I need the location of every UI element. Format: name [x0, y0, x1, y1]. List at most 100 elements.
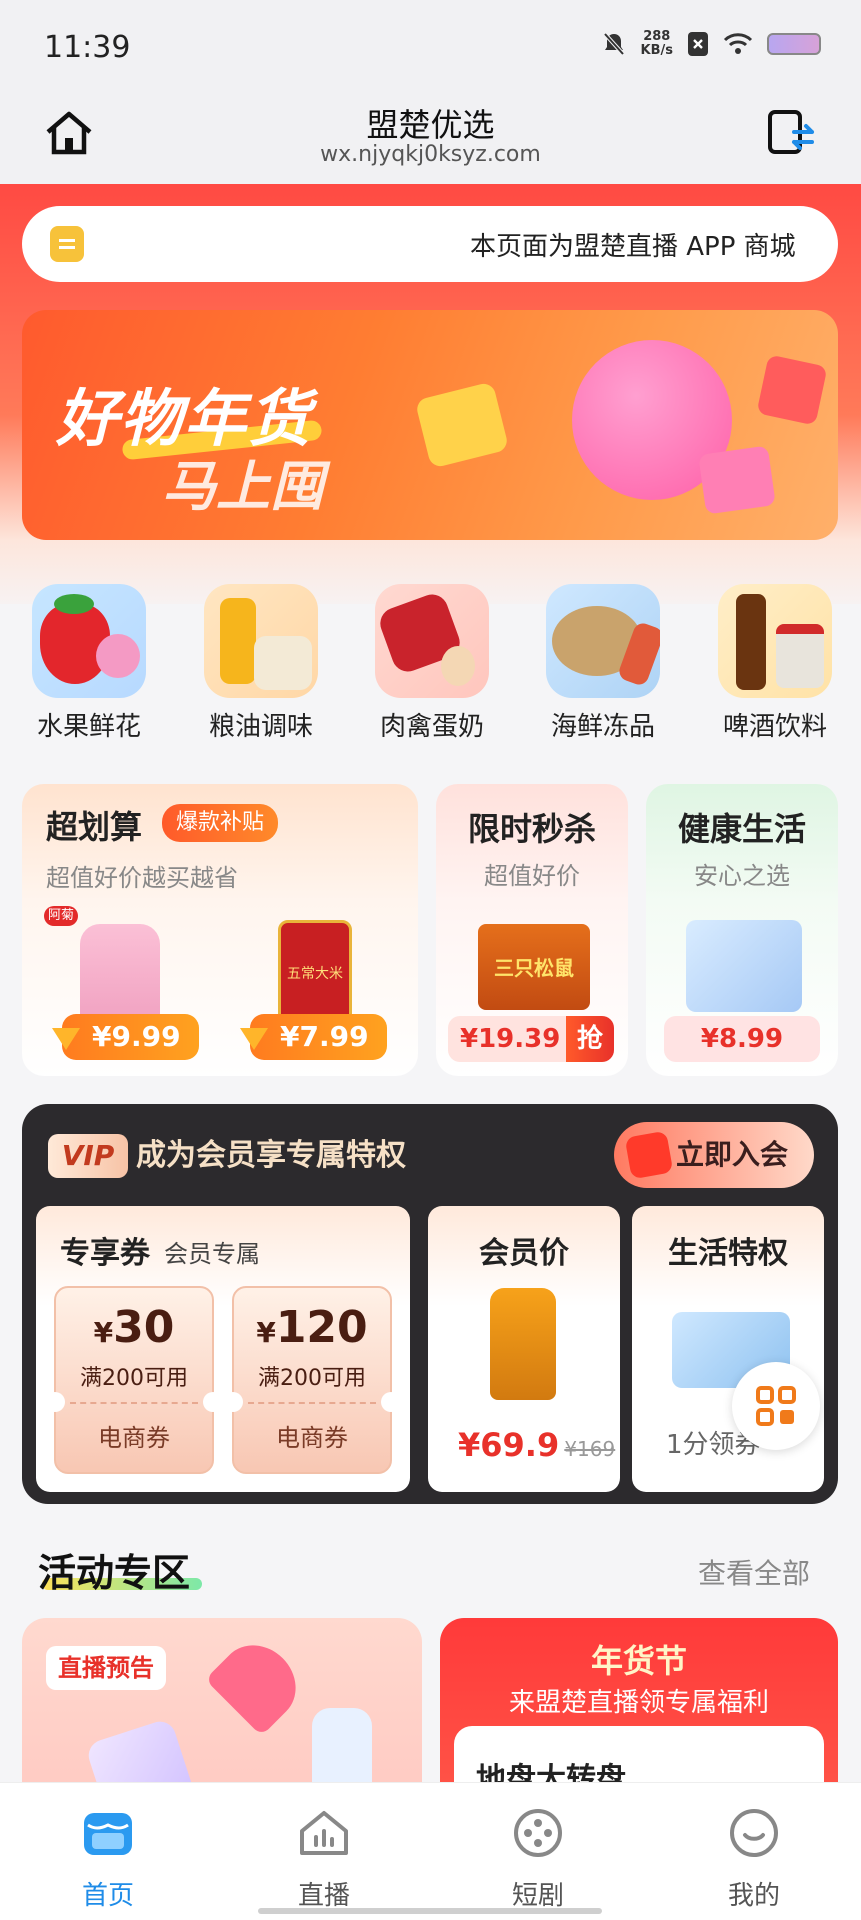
- tissue-product-image: [686, 920, 802, 1012]
- original-price: ¥169: [564, 1437, 616, 1461]
- mute-bell-icon: [603, 32, 625, 56]
- floating-menu-button[interactable]: [732, 1362, 820, 1450]
- brand-logo: 阿菊: [44, 906, 79, 926]
- battery-icon: [767, 33, 821, 55]
- currency: ¥: [93, 1316, 114, 1349]
- member-price-card[interactable]: 会员价 ¥69.9 ¥169: [428, 1206, 620, 1492]
- vip-badge: VIP: [48, 1134, 128, 1178]
- nav-label: 首页: [81, 1881, 134, 1911]
- product-price: ¥7.99: [240, 1014, 387, 1060]
- promo-banner[interactable]: 好物年货 马上囤: [22, 310, 838, 540]
- switch-page-icon[interactable]: [764, 106, 818, 160]
- amount: 30: [113, 1302, 175, 1353]
- category-meat-eggs[interactable]: 肉禽蛋奶: [357, 584, 507, 743]
- life-privilege-title: 生活特权: [668, 1236, 788, 1271]
- gift-box-illustration: [414, 381, 510, 469]
- coupon-120[interactable]: ¥120 满200可用 电商券: [223, 1286, 401, 1474]
- coupon-type: 电商券: [276, 1424, 348, 1452]
- membership-title: 成为会员享专属特权: [136, 1138, 406, 1173]
- member-price-row: ¥69.9 ¥169: [458, 1426, 615, 1464]
- wifi-icon: [723, 33, 753, 54]
- deal-card-flash-sale[interactable]: 限时秒杀 超值好价 三只松鼠 ¥19.39 抢: [436, 784, 628, 1076]
- network-speed: 288 KB/s: [641, 30, 673, 58]
- deal-subtitle: 超值好价: [484, 862, 580, 890]
- beer-icon: [718, 584, 832, 698]
- speed-unit: KB/s: [640, 43, 673, 58]
- currency: ¥: [256, 1316, 276, 1349]
- nav-live[interactable]: 直播: [254, 1805, 394, 1912]
- nav-label: 短剧: [511, 1881, 564, 1911]
- coupon-amount: ¥120: [234, 1302, 390, 1353]
- deal-title: 健康生活: [677, 810, 806, 848]
- flash-price-bar: ¥19.39 抢: [448, 1016, 614, 1062]
- view-all-link[interactable]: 查看全部: [698, 1552, 810, 1592]
- nav-profile[interactable]: 我的: [684, 1805, 824, 1912]
- coupon-title: 专享券: [60, 1236, 150, 1271]
- category-fruit-flowers[interactable]: 水果鲜花: [14, 584, 164, 743]
- nav-short-drama[interactable]: 短剧: [468, 1805, 608, 1912]
- hot-subsidy-badge: 爆款补贴: [162, 804, 279, 842]
- coupon-condition: 满200可用: [258, 1366, 366, 1391]
- film-reel-icon: [514, 1809, 562, 1857]
- amount: 120: [275, 1302, 368, 1353]
- category-label: 粮油调味: [208, 712, 313, 742]
- coupon-notch: [381, 1392, 401, 1412]
- category-label: 水果鲜花: [36, 712, 141, 742]
- status-icons: 288 KB/s: [601, 30, 821, 58]
- grab-button[interactable]: 抢: [566, 1016, 614, 1062]
- nav-home[interactable]: 首页: [38, 1805, 178, 1912]
- rice-product-image: 五常大米: [278, 920, 352, 1028]
- page-url: wx.njyqkj0ksyz.com: [320, 142, 541, 167]
- coupon-divider: [70, 1402, 198, 1404]
- category-seafood[interactable]: 海鲜冻品: [528, 584, 678, 743]
- flash-price: ¥19.39: [460, 1024, 561, 1054]
- join-label: 立即入会: [676, 1138, 789, 1171]
- live-preview-tag: 直播预告: [46, 1646, 166, 1690]
- category-grain-oil[interactable]: 粮油调味: [186, 584, 336, 743]
- grain-oil-icon: [204, 584, 318, 698]
- category-beer-drinks[interactable]: 啤酒饮料: [700, 584, 850, 743]
- status-time: 11:39: [44, 30, 131, 65]
- status-bar: 11:39 288 KB/s: [0, 0, 861, 96]
- exclusive-coupons-card[interactable]: 专享券 会员专属 ¥30 满200可用 电商券 ¥120 满200可用 电商券: [36, 1206, 410, 1492]
- heart-illustration: [204, 1629, 312, 1737]
- festival-subtitle: 来盟楚直播领专属福利: [508, 1688, 769, 1718]
- snack-box-image: 三只松鼠: [478, 924, 590, 1010]
- coupon-divider: [248, 1402, 376, 1404]
- category-label: 啤酒饮料: [722, 712, 827, 742]
- notice-bar[interactable]: 本页面为盟楚直播 APP 商城: [22, 206, 838, 282]
- meat-eggs-icon: [375, 584, 489, 698]
- speed-value: 288: [643, 29, 671, 44]
- strawberry-icon: [32, 584, 146, 698]
- coupon-notch: [45, 1392, 65, 1412]
- deal-subtitle: 超值好价越买越省: [46, 864, 238, 892]
- cooking-oil-image: [490, 1288, 556, 1400]
- live-house-icon: [300, 1811, 348, 1855]
- coupon-condition: 满200可用: [80, 1366, 188, 1391]
- notice-icon: [50, 226, 84, 262]
- health-price: ¥8.99: [664, 1016, 820, 1062]
- grid-menu-icon: [756, 1386, 796, 1426]
- deal-subtitle: 安心之选: [694, 862, 790, 890]
- deal-title: 超划算: [46, 808, 143, 846]
- home-indicator: [258, 1908, 602, 1914]
- deal-card-healthy-living[interactable]: 健康生活 安心之选 ¥8.99: [646, 784, 838, 1076]
- page-title: 盟楚优选: [366, 106, 495, 144]
- deal-card-bargain[interactable]: 超划算 爆款补贴 超值好价越买越省 阿菊 五常大米 ¥9.99 ¥7.99: [22, 784, 418, 1076]
- category-label: 肉禽蛋奶: [379, 712, 484, 742]
- coupon-30[interactable]: ¥30 满200可用 电商券: [45, 1286, 223, 1474]
- profile-smile-icon: [730, 1809, 778, 1857]
- bottom-navigation: 首页 直播 短剧 我的: [0, 1782, 861, 1920]
- banner-subtitle: 马上囤: [162, 455, 324, 518]
- notice-text: 本页面为盟楚直播 APP 商城: [470, 232, 796, 262]
- nav-label: 我的: [727, 1881, 780, 1911]
- category-label: 海鲜冻品: [550, 712, 655, 742]
- coupon-type: 电商券: [98, 1424, 170, 1452]
- activity-section-title: 活动专区: [38, 1551, 191, 1595]
- shopping-bag-illustration: [698, 445, 776, 515]
- red-envelope-icon: [624, 1130, 674, 1180]
- join-membership-button[interactable]: 立即入会: [614, 1122, 814, 1188]
- member-price-title: 会员价: [479, 1236, 569, 1271]
- coupon-amount: ¥30: [56, 1302, 212, 1353]
- festival-title: 年货节: [590, 1642, 687, 1680]
